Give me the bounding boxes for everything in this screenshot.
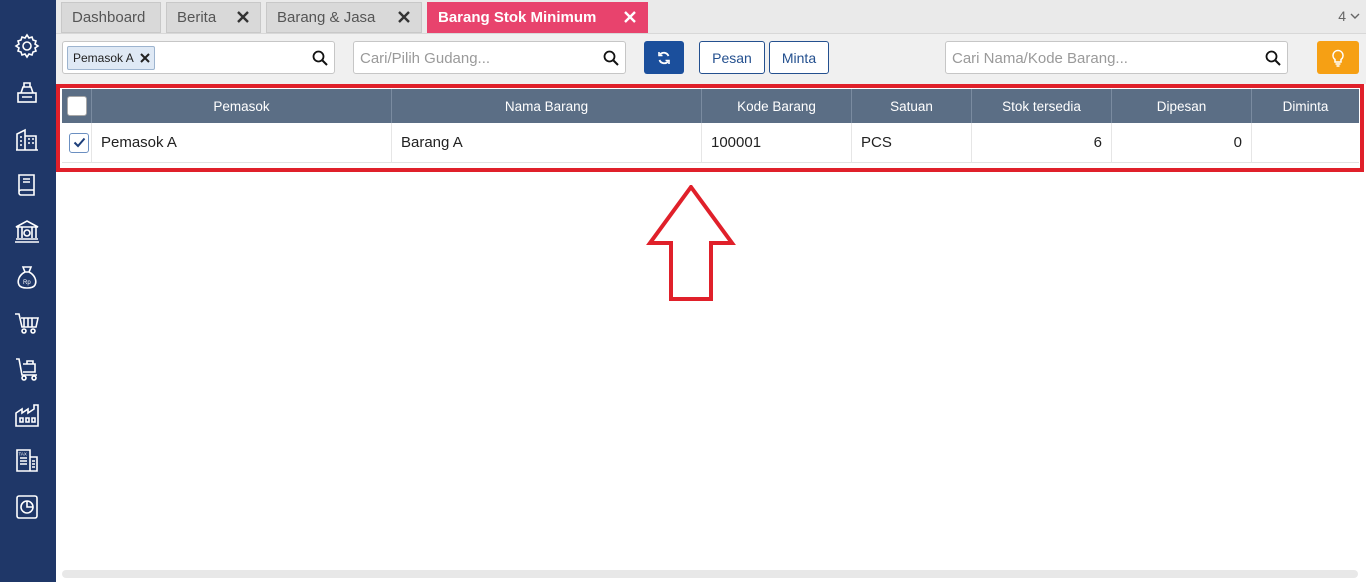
search-icon[interactable]: [603, 50, 619, 66]
remove-chip-icon[interactable]: [139, 53, 150, 63]
cell-satuan: PCS: [852, 123, 972, 162]
tab-dashboard[interactable]: Dashboard: [61, 2, 161, 33]
tab-berita[interactable]: Berita: [166, 2, 261, 33]
grid-header: Pemasok Nama Barang Kode Barang Satuan S…: [62, 89, 1359, 123]
row-checkbox[interactable]: [69, 132, 89, 153]
supplier-filter[interactable]: Pemasok A: [62, 41, 335, 74]
book-icon[interactable]: [12, 170, 42, 200]
tab-label: Dashboard: [72, 9, 146, 26]
cashier-icon[interactable]: [12, 77, 42, 107]
horizontal-scrollbar[interactable]: [62, 570, 1358, 578]
supplier-chip: Pemasok A: [67, 46, 155, 70]
column-header[interactable]: Diminta: [1252, 89, 1359, 123]
svg-text:TAX: TAX: [19, 452, 27, 457]
tab-label: Berita: [177, 9, 217, 26]
tab-barang-stok-minimum[interactable]: Barang Stok Minimum: [427, 2, 648, 33]
tab-count-dropdown[interactable]: 4: [1338, 8, 1360, 24]
column-header[interactable]: Dipesan: [1112, 89, 1252, 123]
report-chart-icon[interactable]: [12, 492, 42, 522]
close-icon[interactable]: [623, 10, 637, 24]
stock-grid: Pemasok Nama Barang Kode Barang Satuan S…: [62, 89, 1359, 163]
money-bag-icon[interactable]: Rp: [12, 262, 42, 292]
cart-icon[interactable]: [12, 308, 42, 338]
tab-bar: Dashboard Berita Barang & Jasa Barang St…: [56, 0, 1366, 34]
search-icon[interactable]: [1265, 50, 1281, 66]
tips-button[interactable]: [1317, 41, 1359, 74]
item-search-input[interactable]: [952, 48, 1225, 68]
tab-count: 4: [1338, 8, 1346, 24]
tab-label: Barang Stok Minimum: [438, 9, 597, 26]
factory-icon[interactable]: [12, 400, 42, 430]
chevron-down-icon: [1350, 13, 1360, 19]
warehouse-filter[interactable]: [353, 41, 626, 74]
refresh-icon: [658, 51, 670, 64]
tab-label: Barang & Jasa: [277, 9, 376, 26]
row-select-cell: [62, 123, 92, 162]
select-all-checkbox[interactable]: [66, 96, 87, 116]
cell-diminta: [1252, 123, 1359, 162]
column-header[interactable]: Pemasok: [92, 89, 392, 123]
cell-dipesan: 0: [1112, 123, 1252, 162]
sidebar: Rp TAX: [0, 0, 56, 582]
app-window: Rp TAX Dashboard Berita Barang & Jasa Ba…: [0, 0, 1366, 582]
table-row[interactable]: Pemasok A Barang A 100001 PCS 6 0: [62, 123, 1359, 163]
column-header[interactable]: Stok tersedia: [972, 89, 1112, 123]
delivery-cart-icon[interactable]: [12, 354, 42, 384]
bank-icon[interactable]: [12, 216, 42, 246]
close-icon[interactable]: [236, 10, 250, 24]
cell-kode-barang: 100001: [702, 123, 852, 162]
building-icon[interactable]: [12, 124, 42, 154]
column-header[interactable]: Kode Barang: [702, 89, 852, 123]
search-icon[interactable]: [312, 50, 328, 66]
item-search[interactable]: [945, 41, 1288, 74]
close-icon[interactable]: [397, 10, 411, 24]
pesan-button[interactable]: Pesan: [699, 41, 765, 74]
column-header[interactable]: Satuan: [852, 89, 972, 123]
toolbar: Pemasok A Pesan Minta: [56, 34, 1366, 84]
cell-pemasok: Pemasok A: [92, 123, 392, 162]
tax-document-icon[interactable]: TAX: [12, 446, 42, 476]
warehouse-input[interactable]: [360, 48, 577, 68]
checkmark-icon: [73, 137, 85, 148]
cell-stok-tersedia: 6: [972, 123, 1112, 162]
gear-icon[interactable]: [12, 31, 42, 61]
minta-button[interactable]: Minta: [769, 41, 829, 74]
column-header[interactable]: Nama Barang: [392, 89, 702, 123]
refresh-button[interactable]: [644, 41, 684, 74]
select-all-cell: [62, 89, 92, 123]
svg-text:Rp: Rp: [23, 280, 31, 286]
supplier-chip-label: Pemasok A: [73, 51, 134, 65]
cell-nama-barang: Barang A: [392, 123, 702, 162]
lightbulb-icon: [1332, 49, 1344, 67]
tab-barang-jasa[interactable]: Barang & Jasa: [266, 2, 422, 33]
